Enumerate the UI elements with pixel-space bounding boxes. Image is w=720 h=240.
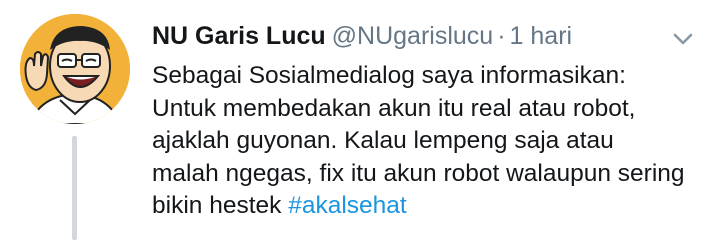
separator-dot: · (497, 22, 506, 50)
tweet-header: NU Garis Lucu @NUgarislucu · 1 hari (152, 20, 670, 52)
tweet-text-line: Untuk membedakan akun itu real atau robo… (152, 94, 636, 122)
tweet-text-segment: bikin hestek (152, 192, 289, 219)
tweet-text-line: Sebagai Sosialmedialog saya informasikan… (152, 62, 626, 89)
tweet[interactable]: NU Garis Lucu @NUgarislucu · 1 hari Sebagai… (0, 0, 720, 240)
tweet-text: Sebagai Sosialmedialog saya informasikan… (152, 60, 712, 223)
avatar[interactable] (20, 14, 130, 124)
thread-connector-line (72, 136, 77, 240)
tweet-text-line: ajaklah guyonan. Kalau lempeng saja atau (152, 127, 614, 154)
tweet-text-line: malah ngegas, fix itu akun robot walaupu… (152, 159, 685, 187)
author-handle[interactable]: @NUgarislucu (332, 22, 494, 50)
author-name[interactable]: NU Garis Lucu (152, 22, 326, 50)
timestamp[interactable]: 1 hari (510, 22, 573, 50)
chevron-down-icon (673, 33, 693, 45)
tweet-menu-button[interactable] (672, 30, 694, 48)
tweet-text-line-last: bikin hestek #akalsehat (152, 190, 712, 223)
hashtag-link[interactable]: #akalsehat (288, 192, 407, 219)
cartoon-portrait-icon (20, 14, 130, 124)
